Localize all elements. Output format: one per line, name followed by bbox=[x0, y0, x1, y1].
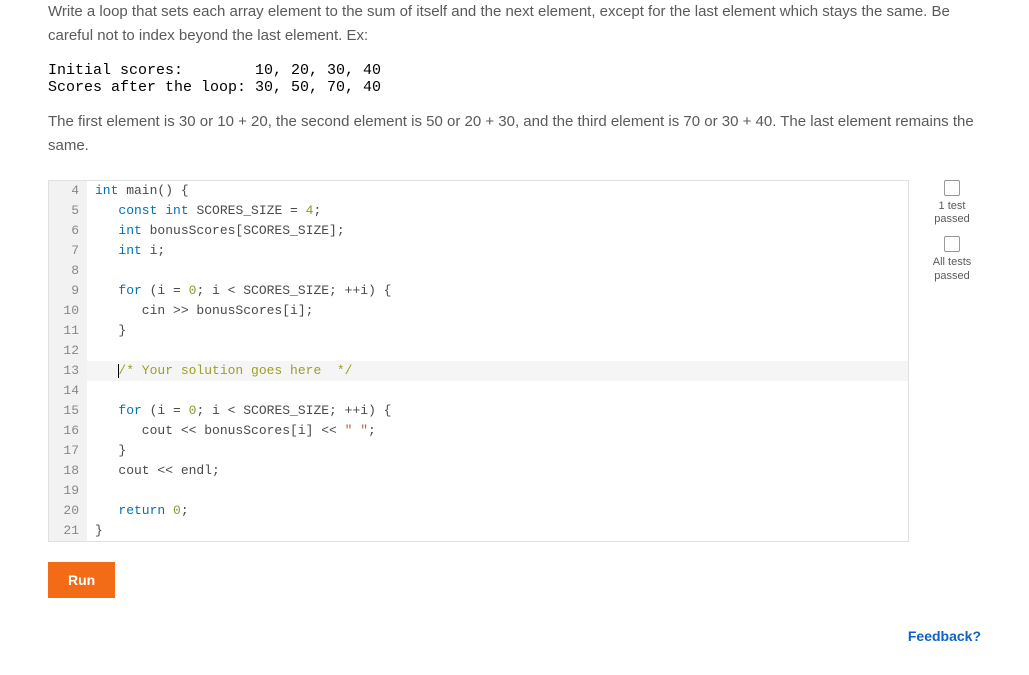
line-number: 7 bbox=[49, 241, 87, 261]
problem-para-2: The first element is 30 or 10 + 20, the … bbox=[48, 110, 981, 158]
code-line[interactable]: 8 bbox=[49, 261, 908, 281]
code-line[interactable]: 13 /* Your solution goes here */ bbox=[49, 361, 908, 381]
feedback-area: Feedback? bbox=[48, 628, 981, 645]
code-line[interactable]: 11 } bbox=[49, 321, 908, 341]
code-text[interactable]: int bonusScores[SCORES_SIZE]; bbox=[87, 221, 908, 241]
feedback-link[interactable]: Feedback? bbox=[908, 628, 981, 644]
code-line[interactable]: 16 cout << bonusScores[i] << " "; bbox=[49, 421, 908, 441]
line-number: 14 bbox=[49, 381, 87, 401]
line-number: 15 bbox=[49, 401, 87, 421]
line-number: 21 bbox=[49, 521, 87, 541]
code-line[interactable]: 15 for (i = 0; i < SCORES_SIZE; ++i) { bbox=[49, 401, 908, 421]
code-text[interactable]: for (i = 0; i < SCORES_SIZE; ++i) { bbox=[87, 401, 908, 421]
code-text[interactable]: cout << endl; bbox=[87, 461, 908, 481]
code-line[interactable]: 12 bbox=[49, 341, 908, 361]
code-text[interactable]: int main() { bbox=[87, 181, 908, 201]
line-number: 10 bbox=[49, 301, 87, 321]
code-text[interactable]: const int SCORES_SIZE = 4; bbox=[87, 201, 908, 221]
line-number: 17 bbox=[49, 441, 87, 461]
line-number: 8 bbox=[49, 261, 87, 281]
line-number: 11 bbox=[49, 321, 87, 341]
code-text[interactable] bbox=[87, 341, 908, 361]
line-number: 12 bbox=[49, 341, 87, 361]
one-test-checkbox-icon bbox=[944, 180, 960, 196]
code-line[interactable]: 19 bbox=[49, 481, 908, 501]
line-number: 16 bbox=[49, 421, 87, 441]
all-tests-label: All tests passed bbox=[933, 256, 972, 282]
code-text[interactable]: } bbox=[87, 521, 908, 541]
line-number: 18 bbox=[49, 461, 87, 481]
code-text[interactable] bbox=[87, 381, 908, 401]
code-text[interactable]: int i; bbox=[87, 241, 908, 261]
code-line[interactable]: 7 int i; bbox=[49, 241, 908, 261]
line-number: 9 bbox=[49, 281, 87, 301]
code-text[interactable]: cout << bonusScores[i] << " "; bbox=[87, 421, 908, 441]
code-text[interactable]: return 0; bbox=[87, 501, 908, 521]
code-text[interactable]: for (i = 0; i < SCORES_SIZE; ++i) { bbox=[87, 281, 908, 301]
run-button[interactable]: Run bbox=[48, 562, 115, 598]
line-number: 4 bbox=[49, 181, 87, 201]
code-editor[interactable]: 4int main() {5 const int SCORES_SIZE = 4… bbox=[48, 180, 909, 542]
line-number: 6 bbox=[49, 221, 87, 241]
code-line[interactable]: 6 int bonusScores[SCORES_SIZE]; bbox=[49, 221, 908, 241]
code-line[interactable]: 18 cout << endl; bbox=[49, 461, 908, 481]
code-text[interactable]: } bbox=[87, 321, 908, 341]
code-line[interactable]: 9 for (i = 0; i < SCORES_SIZE; ++i) { bbox=[49, 281, 908, 301]
all-tests-status: All tests passed bbox=[933, 236, 972, 282]
code-line[interactable]: 17 } bbox=[49, 441, 908, 461]
code-line[interactable]: 10 cin >> bonusScores[i]; bbox=[49, 301, 908, 321]
code-text[interactable]: } bbox=[87, 441, 908, 461]
one-test-label: 1 test passed bbox=[934, 200, 969, 226]
code-line[interactable]: 21} bbox=[49, 521, 908, 541]
status-column: 1 test passed All tests passed bbox=[923, 180, 981, 598]
problem-para-1: Write a loop that sets each array elemen… bbox=[48, 0, 981, 48]
example-block: Initial scores: 10, 20, 30, 40 Scores af… bbox=[48, 62, 981, 96]
code-line[interactable]: 14 bbox=[49, 381, 908, 401]
code-line[interactable]: 5 const int SCORES_SIZE = 4; bbox=[49, 201, 908, 221]
code-text[interactable]: /* Your solution goes here */ bbox=[87, 361, 908, 381]
line-number: 19 bbox=[49, 481, 87, 501]
all-tests-checkbox-icon bbox=[944, 236, 960, 252]
line-number: 13 bbox=[49, 361, 87, 381]
one-test-status: 1 test passed bbox=[934, 180, 969, 226]
line-number: 20 bbox=[49, 501, 87, 521]
code-text[interactable]: cin >> bonusScores[i]; bbox=[87, 301, 908, 321]
example-line-1: Initial scores: 10, 20, 30, 40 bbox=[48, 62, 381, 79]
left-column: 4int main() {5 const int SCORES_SIZE = 4… bbox=[48, 180, 909, 598]
line-number: 5 bbox=[49, 201, 87, 221]
code-line[interactable]: 4int main() { bbox=[49, 181, 908, 201]
code-text[interactable] bbox=[87, 261, 908, 281]
main-area: 4int main() {5 const int SCORES_SIZE = 4… bbox=[48, 180, 981, 598]
problem-description: Write a loop that sets each array elemen… bbox=[48, 0, 981, 158]
example-line-2: Scores after the loop: 30, 50, 70, 40 bbox=[48, 79, 381, 96]
code-text[interactable] bbox=[87, 481, 908, 501]
code-line[interactable]: 20 return 0; bbox=[49, 501, 908, 521]
